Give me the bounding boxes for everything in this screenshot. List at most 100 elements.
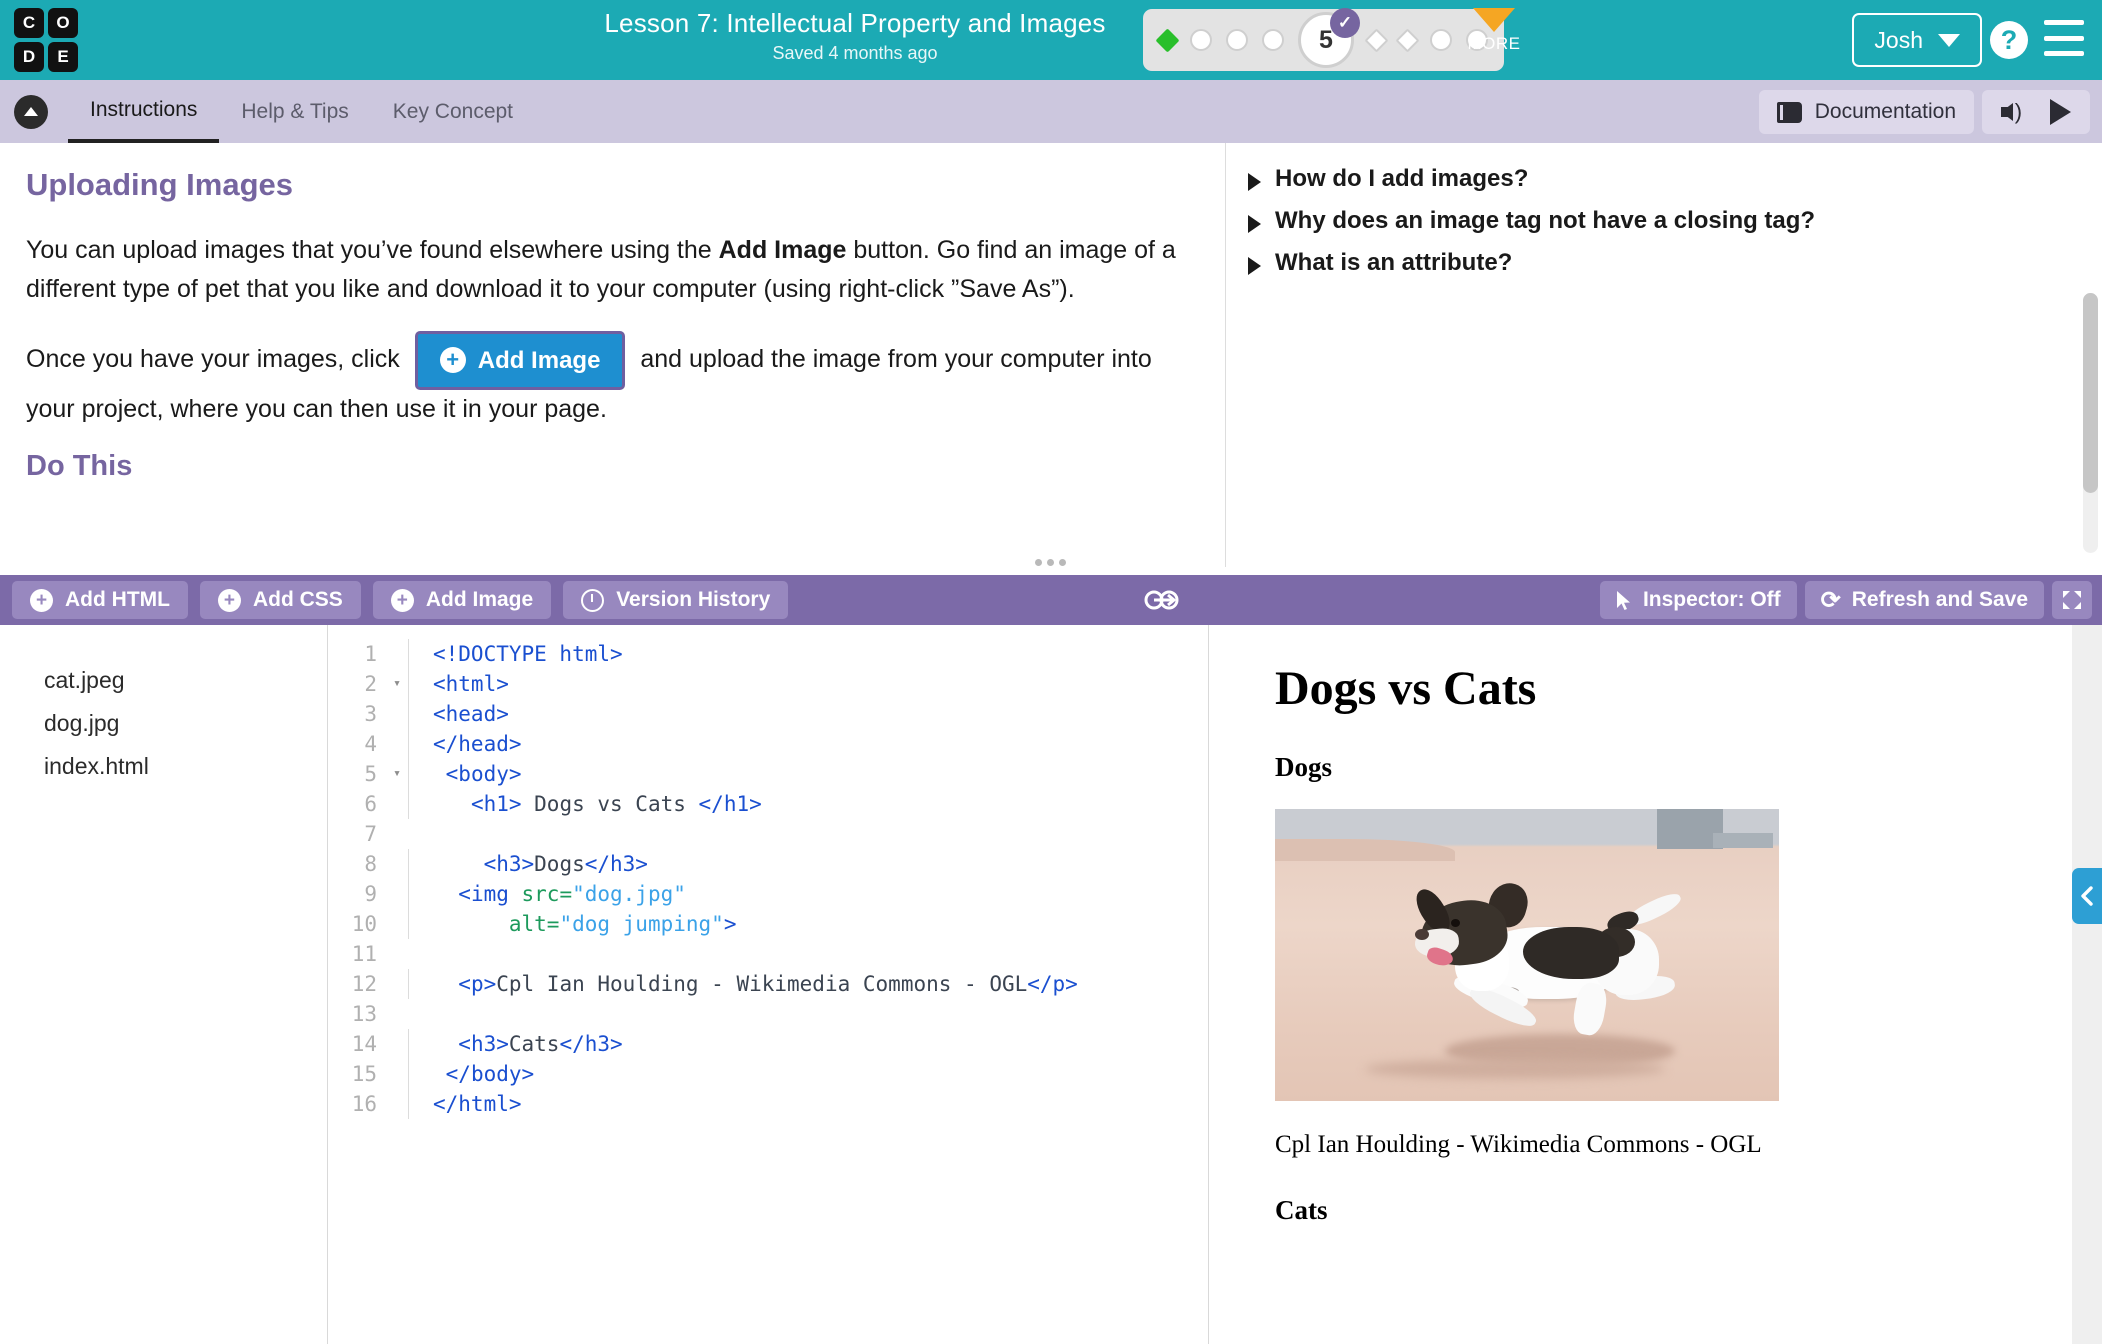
code-text: <h3>Dogs</h3> xyxy=(408,849,1208,879)
fold-toggle-icon[interactable]: ▾ xyxy=(386,759,408,789)
progress-bubble-4[interactable] xyxy=(1262,29,1284,51)
progress-bubble-2[interactable] xyxy=(1190,29,1212,51)
code-token-tx: Cats xyxy=(508,1032,560,1056)
file-item-cat[interactable]: cat.jpeg xyxy=(44,667,327,694)
fold-toggle-icon[interactable]: ▾ xyxy=(386,669,408,699)
progress-bubble-3[interactable] xyxy=(1226,29,1248,51)
triangle-down-icon xyxy=(1473,8,1515,32)
line-number: 5 xyxy=(364,762,377,786)
instructions-heading: Uploading Images xyxy=(26,167,293,202)
code-token-tg: <html> xyxy=(433,672,509,696)
line-number: 1 xyxy=(364,642,377,666)
play-icon[interactable] xyxy=(2050,99,2072,125)
para2-part-a: Once you have your images, click xyxy=(26,344,400,373)
code-line[interactable]: 12 <p>Cpl Ian Houlding - Wikimedia Commo… xyxy=(328,969,1208,999)
code-token-tg: </h3> xyxy=(584,852,648,876)
code-token-tx: Cpl Ian Houlding - Wikimedia Commons - O… xyxy=(496,972,1028,996)
more-levels-button[interactable]: MORE xyxy=(1458,8,1530,54)
tab-key-concept[interactable]: Key Concept xyxy=(371,80,535,143)
speaker-icon[interactable] xyxy=(2000,99,2022,125)
code-line[interactable]: 4 </head> xyxy=(328,729,1208,759)
code-line[interactable]: 16 </html> xyxy=(328,1089,1208,1119)
pane-resize-handle[interactable] xyxy=(1030,556,1070,568)
line-number: 13 xyxy=(351,1002,377,1026)
file-item-dog[interactable]: dog.jpg xyxy=(44,710,327,737)
collapse-instructions-icon[interactable] xyxy=(14,94,48,129)
preview-dog-image xyxy=(1275,809,1779,1101)
progress-bubble-current[interactable]: 5 ✓ xyxy=(1298,8,1360,68)
chevron-down-icon xyxy=(1938,33,1960,47)
code-token-tx: Dogs vs Cats xyxy=(521,792,699,816)
code-text: <h3>Cats</h3> xyxy=(408,1029,1208,1059)
expand-preview-tab[interactable] xyxy=(2072,868,2102,924)
instructions-paragraph-1: You can upload images that you’ve found … xyxy=(26,231,1179,309)
user-menu-button[interactable]: Josh xyxy=(1852,13,1982,67)
code-token-tx xyxy=(433,792,471,816)
code-text: <h1> Dogs vs Cats </h1> xyxy=(408,789,1208,819)
question-item-3[interactable]: What is an attribute? xyxy=(1248,249,2082,277)
dog-saddle-marking xyxy=(1523,927,1619,979)
documentation-button[interactable]: Documentation xyxy=(1758,90,1974,134)
code-line[interactable]: 8 <h3>Dogs</h3> xyxy=(328,849,1208,879)
para1-part-a: You can upload images that you’ve found … xyxy=(26,236,719,264)
code-line[interactable]: 13 xyxy=(328,999,1208,1029)
code-line[interactable]: 14 <h3>Cats</h3> xyxy=(328,1029,1208,1059)
code-token-tg: <img xyxy=(458,882,522,906)
file-item-index[interactable]: index.html xyxy=(44,753,327,780)
add-html-button[interactable]: + Add HTML xyxy=(12,581,188,619)
book-icon xyxy=(1776,101,1802,123)
code-line[interactable]: 2 ▾ <html> xyxy=(328,669,1208,699)
progress-bubble-6[interactable] xyxy=(1364,27,1389,53)
codeorg-logo[interactable]: C O D E xyxy=(14,8,78,72)
add-html-label: Add HTML xyxy=(65,588,170,611)
logo-letter-c: C xyxy=(14,8,44,38)
tab-help-and-tips[interactable]: Help & Tips xyxy=(219,80,370,143)
add-image-inline-label: Add Image xyxy=(477,346,601,374)
version-history-button[interactable]: Version History xyxy=(563,581,789,619)
inspector-toggle-button[interactable]: Inspector: Off xyxy=(1599,581,1797,619)
inspector-label: Inspector: Off xyxy=(1642,588,1781,611)
scrollbar-thumb[interactable] xyxy=(2083,293,2098,493)
code-token-tg: </body> xyxy=(445,1062,535,1086)
code-text: <body> xyxy=(408,759,1208,789)
tab-instructions[interactable]: Instructions xyxy=(68,80,220,143)
link-icon[interactable] xyxy=(1142,587,1182,613)
code-line[interactable]: 10 alt="dog jumping"> xyxy=(328,909,1208,939)
add-css-button[interactable]: + Add CSS xyxy=(199,581,361,619)
line-number: 7 xyxy=(364,822,377,846)
code-line[interactable]: 5 ▾ <body> xyxy=(328,759,1208,789)
question-item-2[interactable]: Why does an image tag not have a closing… xyxy=(1248,207,2082,235)
question-item-1[interactable]: How do I add images? xyxy=(1248,165,2082,193)
more-label: MORE xyxy=(1467,34,1521,53)
code-line[interactable]: 3 <head> xyxy=(328,699,1208,729)
hamburger-menu-icon[interactable] xyxy=(2044,20,2084,56)
expand-fullscreen-button[interactable] xyxy=(2052,581,2092,619)
line-number: 11 xyxy=(351,942,377,966)
code-line[interactable]: 7 xyxy=(328,819,1208,849)
code-line[interactable]: 11 xyxy=(328,939,1208,969)
code-line[interactable]: 9 <img src="dog.jpg" xyxy=(328,879,1208,909)
media-controls xyxy=(1982,90,2090,134)
code-token-at: alt= xyxy=(508,912,560,936)
progress-bubble-8[interactable] xyxy=(1430,29,1452,51)
code-token-tg: <h3> xyxy=(483,852,535,876)
progress-bubbles[interactable]: 5 ✓ xyxy=(1143,8,1504,71)
lesson-title: Lesson 7: Intellectual Property and Imag… xyxy=(604,8,1106,38)
code-token-tx xyxy=(433,972,458,996)
code-line[interactable]: 6 <h1> Dogs vs Cats </h1> xyxy=(328,789,1208,819)
version-history-label: Version History xyxy=(616,588,771,611)
code-line[interactable]: 1 <!DOCTYPE html> xyxy=(328,639,1208,669)
add-image-button[interactable]: + Add Image xyxy=(372,581,552,619)
line-number: 14 xyxy=(351,1032,377,1056)
add-image-inline-button[interactable]: + Add Image xyxy=(414,330,626,390)
code-token-tg: <!DOCTYPE html> xyxy=(433,642,623,666)
help-icon[interactable]: ? xyxy=(1990,21,2028,59)
add-css-label: Add CSS xyxy=(252,588,343,611)
code-token-tg: </h3> xyxy=(559,1032,623,1056)
progress-bubble-7[interactable] xyxy=(1395,27,1420,53)
progress-bubble-1[interactable] xyxy=(1155,27,1180,53)
saved-status: Saved 4 months ago xyxy=(772,43,938,63)
refresh-and-save-button[interactable]: ⟳ Refresh and Save xyxy=(1804,581,2044,619)
code-editor[interactable]: 1 <!DOCTYPE html> 2 ▾ <html> 3 <head> 4 </head> 5… xyxy=(328,625,1208,1344)
code-line[interactable]: 15 </body> xyxy=(328,1059,1208,1089)
